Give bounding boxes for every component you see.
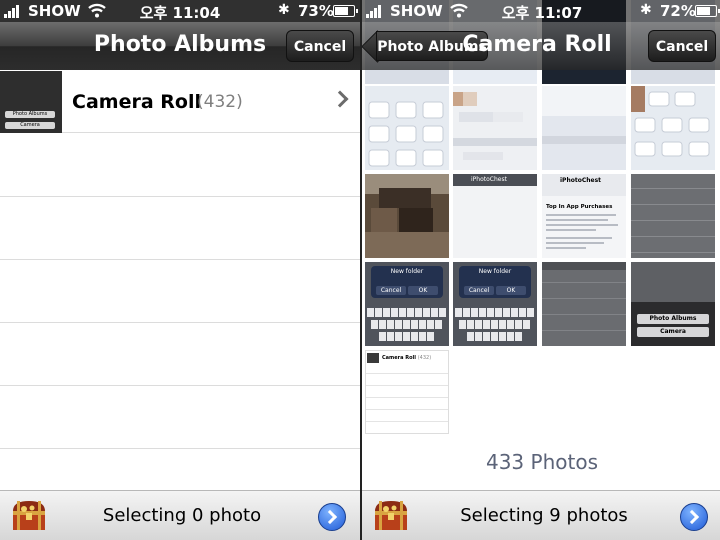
status-bar: SHOW 오후 11:04 ✱ 73% [0,0,360,22]
battery-percent: 73% [298,2,334,20]
photo-thumbnail[interactable] [631,174,715,258]
row-divider [0,385,360,386]
chevron-right-icon [331,90,349,108]
thumb-ok: OK [495,286,526,295]
row-divider [0,259,360,260]
list-lines-image [366,353,448,422]
album-thumbnail: Photo Albums Camera [0,71,62,133]
cancel-button[interactable]: Cancel [286,30,354,62]
photo-thumbnail[interactable] [453,86,537,170]
thumb-camera: Camera [637,327,709,337]
thumb-camera-button: Camera [5,122,55,129]
row-divider [0,322,360,323]
row-divider [0,448,360,449]
photo-thumbnail[interactable] [542,86,626,170]
thumb-dialog-title: New folder [478,268,512,275]
bottom-toolbar: Selecting 9 photos [362,490,720,540]
battery-percent: 72% [660,2,696,20]
photo-thumbnail[interactable]: Photo Albums Camera [631,262,715,346]
photo-thumbnail[interactable]: New folder Cancel OK [453,262,537,346]
thumb-ok: OK [407,286,438,295]
next-arrow-button[interactable] [318,503,346,531]
treasure-chest-icon [13,501,45,530]
album-name: Camera Roll [72,91,201,113]
keyboard-image [455,308,534,341]
treasure-chest-icon [375,501,407,530]
thumb-photo-albums: Photo Albums [637,314,709,324]
bluetooth-icon: ✱ [640,2,652,18]
row-divider [0,196,360,197]
list-lines-image [542,262,626,331]
blurred-photo-image [542,86,626,144]
battery-icon [695,5,720,17]
thumb-cancel: Cancel [376,286,407,295]
photo-thumbnail[interactable]: iPhotoChest [453,174,537,258]
next-arrow-button[interactable] [680,503,708,531]
list-lines-image [631,188,715,253]
battery-icon [333,5,358,17]
thumb-dialog-title: New folder [390,268,424,275]
navigation-bar: Photo Albums Camera Roll Cancel [362,22,720,70]
photo-thumbnail[interactable] [542,262,626,346]
thumb-cancel: Cancel [464,286,495,295]
camera-roll-screen: iPhotoChest iPhotoChest Top In App Purch… [362,0,720,540]
thumb-in-app-title: Top In App Purchases [546,204,613,210]
text-lines-image [546,214,618,249]
blurred-photo-image [453,92,537,160]
thumb-photo-albums-button: Photo Albums [5,111,55,118]
keypad-image [631,86,710,157]
blurred-photo-image [365,174,449,258]
navigation-bar: Photo Albums Cancel [0,22,360,70]
album-row-camera-roll[interactable]: Photo Albums Camera Camera Roll (432) [0,71,360,133]
thumb-roll-name: Camera Roll [382,355,416,361]
photo-thumbnail[interactable]: New folder Cancel OK [365,262,449,346]
cancel-button[interactable]: Cancel [648,30,716,62]
page-title: Camera Roll [462,32,612,57]
thumb-action-sheet: Photo Albums Camera [631,302,715,346]
album-count: (432) [197,92,243,112]
keyboard-image [367,308,446,341]
thumb-dialog: New folder Cancel OK [371,266,443,298]
thumb-camera-roll: Camera Roll (432) [366,353,448,363]
photo-thumbnail[interactable]: Camera Roll (432) [365,350,449,434]
bottom-toolbar: Selecting 0 photo [0,490,360,540]
keypad-image [368,101,444,167]
photo-thumbnail[interactable]: iPhotoChest Top In App Purchases [542,174,626,258]
thumb-dialog: New folder Cancel OK [459,266,531,298]
selection-status: Selecting 0 photo [102,505,262,526]
photo-thumbnail[interactable] [631,86,715,170]
bluetooth-icon: ✱ [278,2,290,18]
thumb-app-name: iPhotoChest [542,174,626,196]
selection-status: Selecting 9 photos [460,505,628,526]
photo-albums-screen: SHOW 오후 11:04 ✱ 73% Photo Albums Cancel … [0,0,360,540]
photo-thumbnail[interactable] [365,174,449,258]
thumb-app-header: iPhotoChest [453,174,537,186]
status-bar: SHOW 오후 11:07 ✱ 72% [362,0,720,22]
thumb-roll-count: (432) [417,355,432,361]
photo-count: 433 Photos [485,450,598,474]
photo-thumbnail[interactable] [365,86,449,170]
